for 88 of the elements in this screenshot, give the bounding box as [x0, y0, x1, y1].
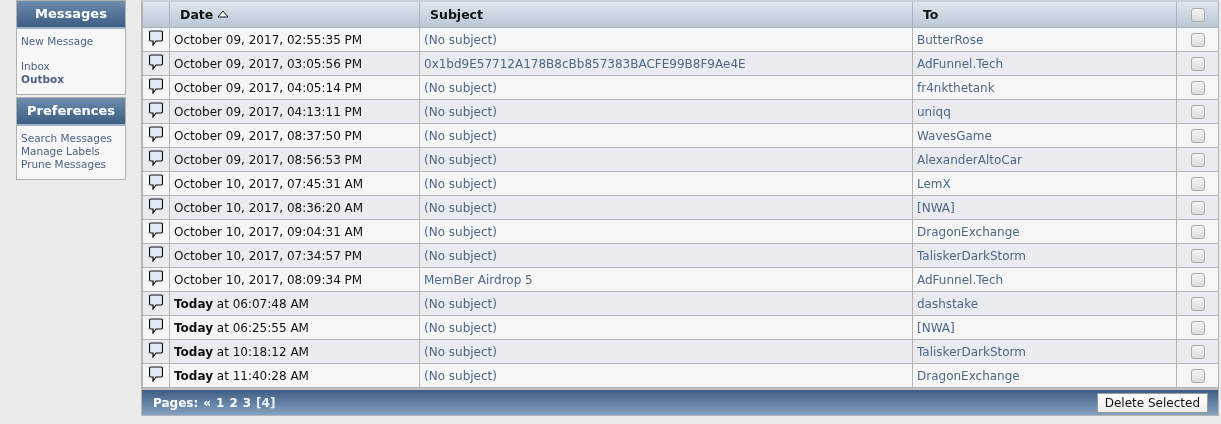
subject-link[interactable]: (No subject)	[424, 104, 497, 119]
date-text: Today at 06:07:48 AM	[174, 296, 309, 311]
subject-link[interactable]: (No subject)	[424, 128, 497, 143]
date-text: October 09, 2017, 08:56:53 PM	[174, 152, 363, 167]
date-text: Today at 10:18:12 AM	[174, 344, 309, 359]
row-checkbox[interactable]	[1190, 128, 1205, 143]
current-page[interactable]: [4]	[256, 395, 276, 410]
date-text: Today at 11:40:28 AM	[174, 368, 309, 383]
speech-bubble-icon	[149, 30, 163, 46]
page-link[interactable]: 2	[229, 395, 238, 410]
sidebar-link[interactable]: Manage Labels	[21, 145, 121, 158]
speech-bubble-icon	[149, 342, 163, 358]
delete-selected-button[interactable]: Delete Selected	[1096, 392, 1208, 413]
section-header: Messages	[17, 1, 125, 29]
speech-bubble-icon	[149, 174, 163, 190]
row-checkbox[interactable]	[1190, 224, 1205, 239]
date-text: October 09, 2017, 03:05:56 PM	[174, 56, 363, 71]
row-checkbox[interactable]	[1190, 104, 1205, 119]
subject-link[interactable]: (No subject)	[424, 344, 497, 359]
recipient-link[interactable]: LemX	[917, 176, 951, 191]
speech-bubble-icon	[149, 102, 163, 118]
subject-link[interactable]: (No subject)	[424, 368, 497, 383]
subject-link[interactable]: (No subject)	[424, 296, 497, 311]
row-checkbox[interactable]	[1190, 80, 1205, 95]
section-header: Preferences	[17, 98, 125, 126]
recipient-link[interactable]: ButterRose	[917, 32, 984, 47]
recipient-link[interactable]: [NWA]	[917, 200, 955, 215]
page-link[interactable]: «	[203, 395, 211, 410]
column-header[interactable]: Date	[169, 1, 420, 28]
row-checkbox[interactable]	[1190, 32, 1205, 47]
date-text: October 10, 2017, 09:04:31 AM	[174, 224, 364, 239]
subject-link[interactable]: (No subject)	[424, 320, 497, 335]
date-text: October 10, 2017, 08:09:34 PM	[174, 272, 363, 287]
speech-bubble-icon	[149, 126, 163, 142]
subject-link[interactable]: (No subject)	[424, 176, 497, 191]
row-checkbox[interactable]	[1190, 56, 1205, 71]
date-text: October 10, 2017, 07:45:31 AM	[174, 176, 364, 191]
subject-link[interactable]: (No subject)	[424, 80, 497, 95]
subject-link[interactable]: (No subject)	[424, 224, 497, 239]
row-checkbox[interactable]	[1190, 200, 1205, 215]
speech-bubble-icon	[149, 246, 163, 262]
sidebar-link[interactable]: Prune Messages	[21, 158, 121, 171]
date-text: October 10, 2017, 07:34:57 PM	[174, 248, 363, 263]
subject-link[interactable]: (No subject)	[424, 32, 497, 47]
subject-link[interactable]: (No subject)	[424, 248, 497, 263]
speech-bubble-icon	[149, 270, 163, 286]
row-checkbox[interactable]	[1190, 320, 1205, 335]
subject-link[interactable]: (No subject)	[424, 200, 497, 215]
speech-bubble-icon	[149, 150, 163, 166]
recipient-link[interactable]: uniqq	[917, 104, 951, 119]
row-checkbox[interactable]	[1190, 344, 1205, 359]
speech-bubble-icon	[149, 78, 163, 94]
subject-link[interactable]: (No subject)	[424, 152, 497, 167]
recipient-link[interactable]: fr4nkthetank	[917, 80, 995, 95]
date-text: October 09, 2017, 08:37:50 PM	[174, 128, 363, 143]
row-checkbox[interactable]	[1190, 176, 1205, 191]
recipient-link[interactable]: AdFunnel.Tech	[917, 56, 1004, 71]
recipient-link[interactable]: dashstake	[917, 296, 979, 311]
row-checkbox[interactable]	[1190, 368, 1205, 383]
row-checkbox[interactable]	[1190, 296, 1205, 311]
speech-bubble-icon	[149, 294, 163, 310]
date-text: Today at 06:25:55 AM	[174, 320, 309, 335]
select-all-checkbox[interactable]	[1190, 8, 1205, 23]
date-text: October 09, 2017, 04:05:14 PM	[174, 80, 363, 95]
sidebar-link[interactable]: Search Messages	[21, 132, 121, 145]
sidebar-link[interactable]: New Message	[21, 35, 121, 48]
row-checkbox[interactable]	[1190, 248, 1205, 263]
row-checkbox[interactable]	[1190, 152, 1205, 167]
recipient-link[interactable]: WavesGame	[917, 128, 992, 143]
speech-bubble-icon	[149, 198, 163, 214]
pages-label: Pages:	[153, 395, 199, 410]
page-link[interactable]: 1	[216, 395, 225, 410]
date-text: October 09, 2017, 04:13:11 PM	[174, 104, 363, 119]
recipient-link[interactable]: [NWA]	[917, 320, 955, 335]
speech-bubble-icon	[149, 222, 163, 238]
recipient-link[interactable]: AdFunnel.Tech	[917, 272, 1004, 287]
sidebar-link[interactable]: Outbox	[21, 73, 121, 86]
row-checkbox[interactable]	[1190, 272, 1205, 287]
speech-bubble-icon	[149, 54, 163, 70]
column-header[interactable]: To	[912, 1, 1177, 28]
speech-bubble-icon	[149, 366, 163, 382]
speech-bubble-icon	[149, 318, 163, 334]
subject-link[interactable]: MemBer Airdrop 5	[424, 272, 533, 287]
page-link[interactable]: 3	[242, 395, 252, 410]
sidebar-link[interactable]: Inbox	[21, 60, 121, 73]
date-text: October 10, 2017, 08:36:20 AM	[174, 200, 364, 215]
date-text: October 09, 2017, 02:55:35 PM	[174, 32, 363, 47]
column-header[interactable]: Subject	[419, 1, 913, 28]
